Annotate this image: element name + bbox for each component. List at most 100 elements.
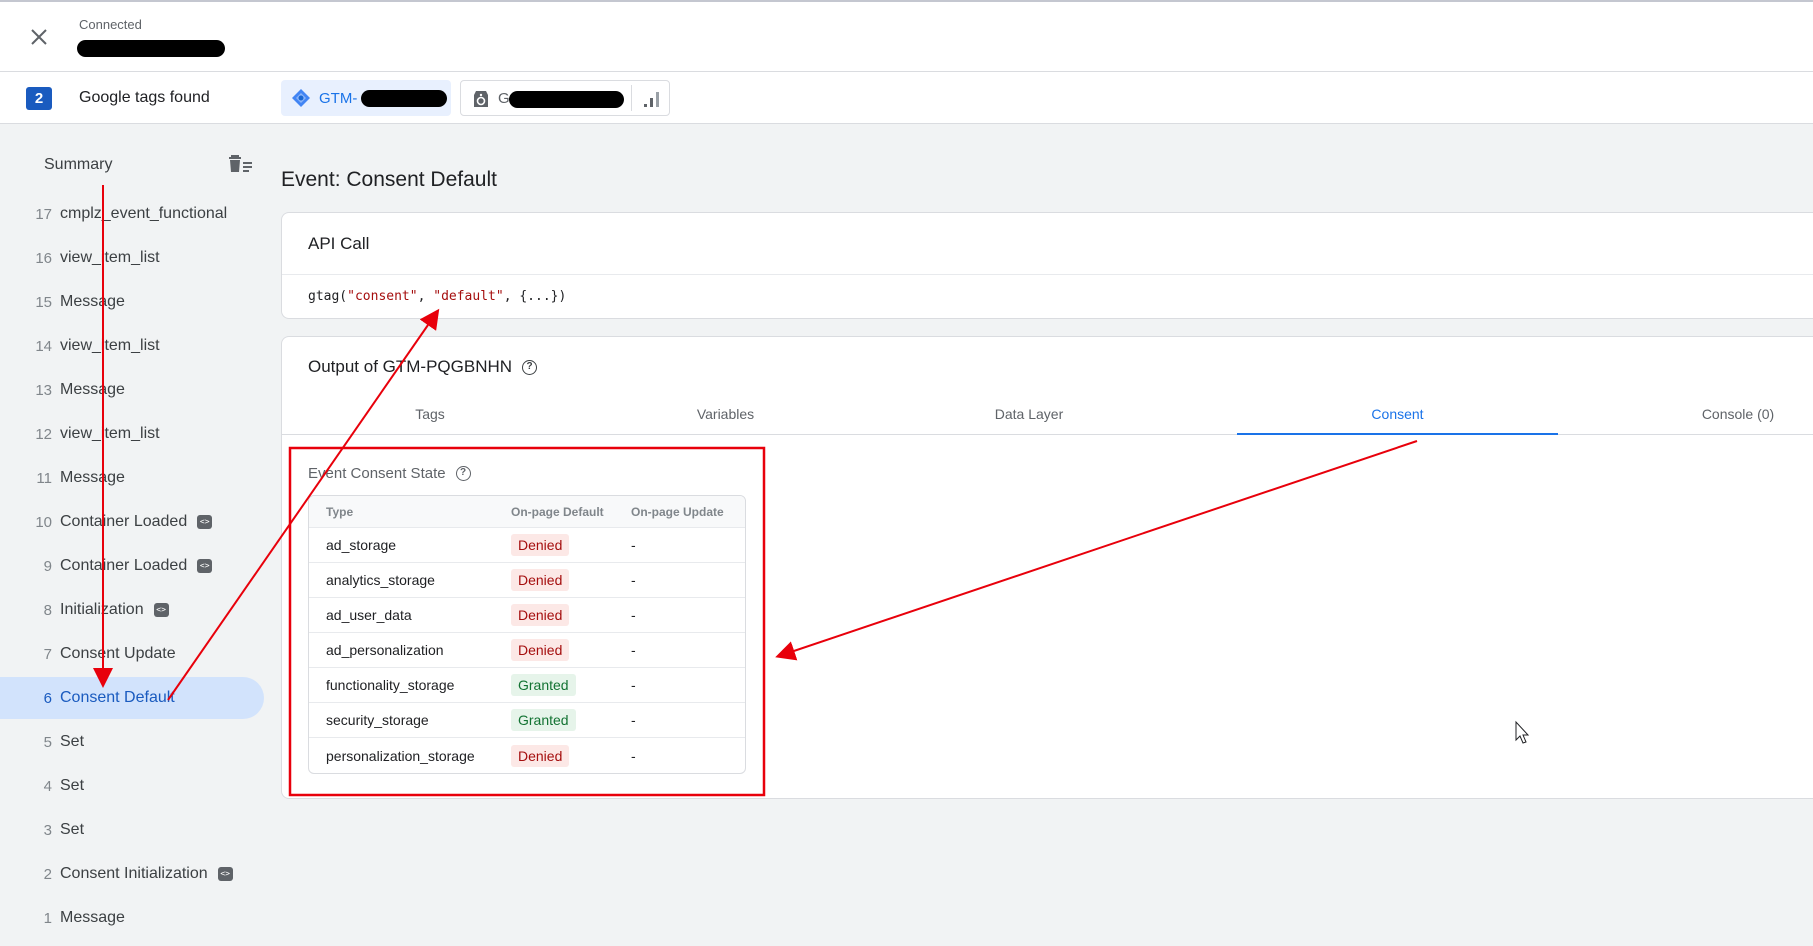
api-call-code: gtag("consent", "default", {...}) — [308, 289, 566, 304]
event-name: Message — [60, 293, 125, 310]
table-row: analytics_storage Denied - — [309, 563, 745, 598]
chip-divider — [631, 85, 632, 111]
redacted-ga-id — [509, 91, 624, 108]
event-name: Set — [60, 777, 85, 794]
event-number: 12 — [35, 425, 52, 443]
event-number: 2 — [43, 865, 52, 883]
event-item[interactable]: 16 view_item_list — [0, 237, 264, 279]
status-badge: Granted — [511, 709, 576, 731]
consent-type: ad_personalization — [326, 642, 444, 658]
clear-messages-button[interactable] — [228, 153, 254, 177]
event-sidebar: Summary 17 cmplz_event_functional 16 view_i… — [0, 125, 270, 946]
header-default: On-page Default — [511, 504, 604, 519]
redacted-site-url — [77, 40, 225, 57]
default-cell: Denied — [511, 639, 570, 661]
output-tabs: Tags Variables Data Layer Consent Consol… — [282, 399, 1813, 435]
event-item[interactable]: 7 Consent Update — [0, 633, 264, 675]
event-number: 5 — [43, 733, 52, 751]
consent-state-text: Event Consent State — [308, 465, 446, 482]
event-number: 17 — [35, 205, 52, 223]
event-item[interactable]: 11 Message — [0, 457, 264, 499]
tab-consent[interactable]: Consent — [1237, 399, 1558, 435]
delete-list-icon — [229, 155, 252, 172]
table-header: Type On-page Default On-page Update — [309, 496, 745, 528]
close-button[interactable] — [24, 22, 54, 52]
tab-variables[interactable]: Variables — [578, 399, 873, 435]
event-number: 16 — [35, 249, 52, 267]
consent-table: Type On-page Default On-page Update ad_s… — [308, 495, 746, 774]
event-item[interactable]: 3 Set — [0, 809, 264, 851]
help-icon[interactable]: ? — [455, 466, 471, 481]
tab-tags[interactable]: Tags — [282, 399, 578, 435]
event-name: view_item_list — [60, 249, 160, 266]
help-icon[interactable]: ? — [522, 359, 538, 375]
consent-state-label: Event Consent State ? — [308, 465, 471, 482]
tags-bar: 2 Google tags found GTM- G — [0, 72, 1813, 124]
event-item[interactable]: 12 view_item_list — [0, 413, 264, 455]
event-number: 8 — [43, 601, 52, 619]
event-item[interactable]: 8 Initialization <> — [0, 589, 264, 631]
code-arg-default: "default" — [433, 289, 504, 304]
api-call-card: API Call gtag("consent", "default", {...… — [281, 212, 1813, 319]
event-number: 6 — [43, 689, 52, 707]
event-name: Initialization — [60, 601, 144, 618]
default-cell: Denied — [511, 569, 570, 591]
table-row: security_storage Granted - — [309, 703, 745, 738]
divider — [282, 274, 1813, 275]
event-item[interactable]: 9 Container Loaded <> — [0, 545, 264, 587]
tags-count-badge: 2 — [26, 87, 52, 110]
event-name: Message — [60, 909, 125, 926]
event-name: Consent Initialization — [60, 865, 208, 882]
event-name: Container Loaded — [60, 513, 188, 530]
close-icon — [31, 29, 47, 45]
table-row: personalization_storage Denied - — [309, 738, 745, 773]
update-cell: - — [631, 712, 636, 728]
event-number: 11 — [36, 469, 52, 487]
connection-status: Connected — [79, 17, 142, 32]
event-name: Message — [60, 469, 125, 486]
update-cell: - — [631, 572, 636, 588]
event-number: 9 — [43, 557, 52, 575]
event-item[interactable]: 4 Set — [0, 765, 264, 807]
event-number: 14 — [35, 337, 52, 355]
default-cell: Denied — [511, 744, 570, 767]
google-tag-icon — [474, 91, 488, 107]
default-cell: Denied — [511, 604, 570, 626]
output-card: Output of GTM-PQGBNHN ? Tags Variables D… — [281, 336, 1813, 799]
header-type: Type — [326, 504, 354, 519]
code-arg-consent: "consent" — [347, 289, 418, 304]
event-item[interactable]: 6 Consent Default — [0, 677, 264, 719]
event-item[interactable]: 14 view_item_list — [0, 325, 264, 367]
gtm-logo-icon — [292, 89, 310, 107]
tab-data-layer[interactable]: Data Layer — [873, 399, 1185, 435]
consent-type: analytics_storage — [326, 572, 435, 588]
summary-item[interactable]: Summary — [44, 156, 112, 174]
api-call-heading: API Call — [308, 234, 370, 253]
event-item[interactable]: 5 Set — [0, 721, 264, 763]
code-tag-icon: <> — [153, 603, 169, 617]
ga-tag-chip[interactable]: G — [460, 80, 670, 116]
code-fn: gtag( — [308, 289, 348, 304]
event-name: view_item_list — [60, 425, 160, 442]
event-name: Container Loaded — [60, 557, 188, 574]
status-badge: Denied — [511, 534, 570, 556]
consent-type: security_storage — [326, 712, 429, 728]
code-tag-icon: <> — [197, 515, 213, 529]
gtm-container-chip[interactable]: GTM- — [281, 80, 451, 116]
event-name: view_item_list — [60, 337, 160, 354]
event-item[interactable]: 1 Message — [0, 897, 264, 939]
event-item[interactable]: 2 Consent Initialization <> — [0, 853, 264, 895]
event-name: cmplz_event_functional — [60, 205, 228, 222]
consent-type: ad_storage — [326, 537, 397, 553]
event-item[interactable]: 15 Message — [0, 281, 264, 323]
tab-console[interactable]: Console (0) — [1582, 399, 1813, 435]
event-item[interactable]: 13 Message — [0, 369, 264, 411]
event-item[interactable]: 17 cmplz_event_functional — [0, 193, 264, 235]
code-tag-icon: <> — [197, 559, 213, 573]
redacted-gtm-id — [361, 90, 447, 107]
code-tail: , {...}) — [503, 289, 567, 304]
event-number: 13 — [35, 381, 52, 399]
default-cell: Granted — [511, 674, 576, 696]
event-name: Set — [60, 733, 85, 750]
event-item[interactable]: 10 Container Loaded <> — [0, 501, 264, 543]
